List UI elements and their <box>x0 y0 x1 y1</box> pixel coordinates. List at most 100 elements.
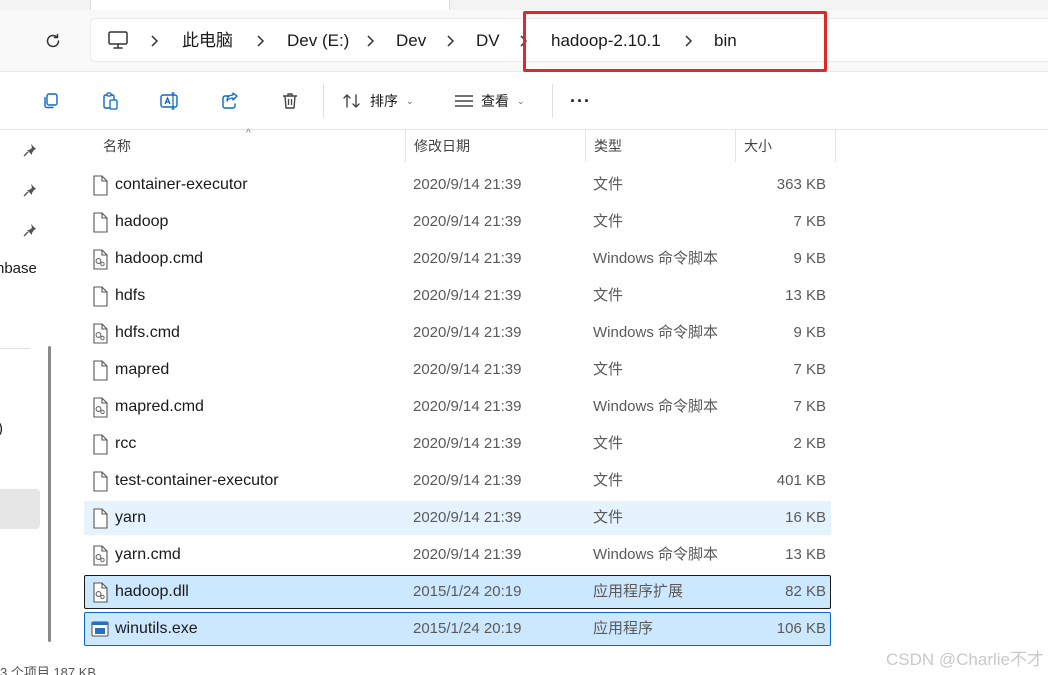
address-row: 此电脑 Dev (E:) Dev DV hadoop-2.10.1 bin <box>0 10 1048 72</box>
file-row[interactable]: yarn.cmd 2020/9/14 21:39 Windows 命令脚本 13 KB <box>84 538 831 572</box>
column-size-label: 大小 <box>744 138 772 154</box>
address-bar[interactable]: 此电脑 Dev (E:) Dev DV hadoop-2.10.1 bin <box>90 18 1048 62</box>
file-row[interactable]: yarn 2020/9/14 21:39 文件 16 KB <box>84 501 831 535</box>
window-tab-edge[interactable] <box>90 0 450 10</box>
file-name: mapred.cmd <box>115 398 204 415</box>
file-type: Windows 命令脚本 <box>593 546 719 563</box>
column-header-size[interactable]: 大小 <box>736 130 835 162</box>
chevron-right-icon[interactable] <box>147 33 161 49</box>
delete-button[interactable] <box>275 87 305 115</box>
chevron-right-icon[interactable] <box>363 33 377 49</box>
file-size: 2 KB <box>793 435 826 452</box>
paste-button[interactable] <box>95 87 125 115</box>
file-type: 应用程序 <box>593 620 654 637</box>
nav-scrollbar[interactable] <box>48 346 51 642</box>
nav-item-selected[interactable] <box>0 489 40 529</box>
nav-divider <box>0 348 30 349</box>
sort-icon <box>343 94 360 108</box>
rename-icon <box>160 92 178 110</box>
file-row[interactable]: hadoop.dll 2015/1/24 20:19 应用程序扩展 82 KB <box>84 575 831 609</box>
pin-icon[interactable] <box>22 142 38 158</box>
file-date-modified: 2020/9/14 21:39 <box>413 546 522 563</box>
more-icon: ··· <box>570 90 591 111</box>
file-name: container-executor <box>115 176 248 193</box>
trash-icon <box>283 93 297 109</box>
file-date-modified: 2020/9/14 21:39 <box>413 287 522 304</box>
chevron-right-icon[interactable] <box>681 33 695 49</box>
file-size: 7 KB <box>793 398 826 415</box>
file-size: 9 KB <box>793 250 826 267</box>
file-icon <box>93 175 108 196</box>
chevron-right-icon[interactable] <box>253 33 267 49</box>
breadcrumb-dev[interactable]: Dev <box>396 19 426 63</box>
nav-item-partial-drive[interactable]: ) <box>0 420 3 437</box>
column-type-label: 类型 <box>594 138 622 154</box>
column-header-date[interactable]: 修改日期 <box>406 130 585 162</box>
file-row[interactable]: mapred.cmd 2020/9/14 21:39 Windows 命令脚本 7 K… <box>84 390 831 424</box>
refresh-icon <box>46 33 60 48</box>
view-menu-button[interactable]: 查看 ⌄ <box>453 86 525 116</box>
toolbar-divider <box>323 84 324 118</box>
dll-file-icon <box>93 582 108 603</box>
breadcrumb-this-pc[interactable]: 此电脑 <box>182 19 233 63</box>
file-row[interactable]: rcc 2020/9/14 21:39 文件 2 KB <box>84 427 831 461</box>
file-type: 文件 <box>593 435 624 452</box>
file-icon <box>93 508 108 529</box>
file-list: 名称 ^ 修改日期 类型 大小 container-executor 2020/9… <box>62 128 1048 675</box>
file-row[interactable]: hdfs 2020/9/14 21:39 文件 13 KB <box>84 279 831 313</box>
file-icon <box>93 471 108 492</box>
column-header-type[interactable]: 类型 <box>586 130 735 162</box>
file-date-modified: 2015/1/24 20:19 <box>413 583 522 600</box>
chevron-right-icon[interactable] <box>443 33 457 49</box>
sort-menu-button[interactable]: 排序 ⌄ <box>342 86 414 116</box>
file-size: 9 KB <box>793 324 826 341</box>
file-size: 82 KB <box>785 583 826 600</box>
file-type: 应用程序扩展 <box>593 583 684 600</box>
breadcrumb-hadoop[interactable]: hadoop-2.10.1 <box>551 19 661 63</box>
breadcrumb-dev-drive[interactable]: Dev (E:) <box>287 19 349 63</box>
file-row[interactable]: winutils.exe 2015/1/24 20:19 应用程序 106 KB <box>84 612 831 646</box>
share-button[interactable] <box>215 87 245 115</box>
file-type: 文件 <box>593 213 624 230</box>
chevron-down-icon: ⌄ <box>406 95 414 106</box>
column-divider[interactable] <box>835 130 836 162</box>
file-row[interactable]: hadoop 2020/9/14 21:39 文件 7 KB <box>84 205 831 239</box>
sort-label: 排序 <box>370 93 398 109</box>
file-name: rcc <box>115 435 137 452</box>
sort-ascending-icon: ^ <box>246 128 251 139</box>
file-size: 7 KB <box>793 213 826 230</box>
file-row[interactable]: hdfs.cmd 2020/9/14 21:39 Windows 命令脚本 9 KB <box>84 316 831 350</box>
file-size: 13 KB <box>785 287 826 304</box>
chevron-right-icon[interactable] <box>516 33 530 49</box>
pin-icon[interactable] <box>22 182 38 198</box>
file-date-modified: 2020/9/14 21:39 <box>413 176 522 193</box>
pin-icon[interactable] <box>22 222 38 238</box>
title-bar-strip <box>0 0 1048 10</box>
file-date-modified: 2020/9/14 21:39 <box>413 509 522 526</box>
file-row[interactable]: mapred 2020/9/14 21:39 文件 7 KB <box>84 353 831 387</box>
file-row[interactable]: container-executor 2020/9/14 21:39 文件 363 K… <box>84 168 831 202</box>
file-name: yarn <box>115 509 147 526</box>
cmd-file-icon <box>93 545 108 566</box>
cmd-file-icon <box>93 397 108 418</box>
file-row[interactable]: test-container-executor 2020/9/14 21:39 文件… <box>84 464 831 498</box>
cmd-file-icon <box>93 249 108 270</box>
file-date-modified: 2020/9/14 21:39 <box>413 250 522 267</box>
breadcrumb-bin[interactable]: bin <box>714 19 737 63</box>
file-name: hadoop.dll <box>115 583 189 600</box>
file-date-modified: 2020/9/14 21:39 <box>413 213 522 230</box>
file-row[interactable]: hadoop.cmd 2020/9/14 21:39 Windows 命令脚本 9 K… <box>84 242 831 276</box>
file-icon <box>93 434 108 455</box>
file-date-modified: 2020/9/14 21:39 <box>413 435 522 452</box>
nav-item-partial[interactable]: nbase <box>0 260 37 277</box>
file-size: 13 KB <box>785 546 826 563</box>
more-options-button[interactable]: ··· <box>570 86 591 116</box>
copy-button[interactable] <box>35 87 65 115</box>
rename-button[interactable] <box>155 87 185 115</box>
refresh-button[interactable] <box>38 28 68 54</box>
file-size: 401 KB <box>776 472 826 489</box>
file-date-modified: 2015/1/24 20:19 <box>413 620 522 637</box>
file-name: hadoop <box>115 213 169 230</box>
breadcrumb-dv[interactable]: DV <box>476 19 500 63</box>
view-label: 查看 <box>481 93 509 109</box>
